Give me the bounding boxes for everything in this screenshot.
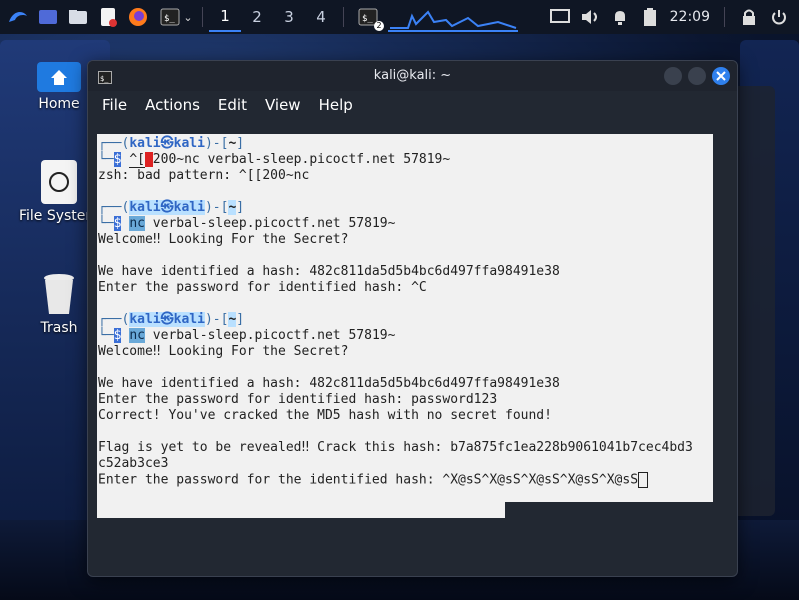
prompt-line: ┌──(kali㉿kali)-[~] <box>98 312 245 327</box>
close-button[interactable] <box>712 67 730 85</box>
terminal-task-icon[interactable]: $_ 2 <box>356 5 384 31</box>
menu-file[interactable]: File <box>102 96 127 114</box>
terminal-launcher-icon[interactable]: $_ ⌄ <box>156 5 196 29</box>
lock-icon[interactable] <box>737 5 761 29</box>
firefox-icon[interactable] <box>126 5 150 29</box>
window-count-badge: 2 <box>374 21 384 31</box>
text-cursor <box>638 472 649 488</box>
workspace-1[interactable]: 1 <box>209 2 241 32</box>
file-manager-icon[interactable] <box>66 5 90 29</box>
drive-icon <box>41 160 77 204</box>
terminal-output[interactable]: ┌──(kali㉿kali)-[~] └─$ ^[[200~nc verbal-… <box>97 134 713 502</box>
taskbar-separator <box>343 7 344 27</box>
battery-icon[interactable] <box>638 5 662 29</box>
flag-line-continued: c52ab3ce3 <box>98 456 169 471</box>
final-password-line: Enter the password for the identified ha… <box>98 472 713 488</box>
taskbar: $_ ⌄ 1 2 3 4 $_ 2 22:09 <box>0 0 799 34</box>
svg-text:$_: $_ <box>362 14 373 24</box>
svg-text:$_: $_ <box>164 14 175 24</box>
display-icon[interactable] <box>548 5 572 29</box>
home-icon <box>37 62 81 92</box>
cpu-graph <box>388 2 518 32</box>
zsh-error-line: zsh: bad pattern: ^[[200~nc <box>98 168 310 183</box>
hash-line: We have identified a hash: 482c811da5d5b… <box>98 264 560 279</box>
password-interrupt-line: Enter the password for identified hash: … <box>98 280 427 295</box>
maximize-button[interactable] <box>688 67 706 85</box>
nc-command-line: └─$ nc verbal-sleep.picoctf.net 57819~ <box>98 328 396 343</box>
bad-command-line: └─$ ^[[200~nc verbal-sleep.picoctf.net 5… <box>98 152 451 168</box>
chevron-down-icon[interactable]: ⌄ <box>183 11 192 24</box>
window-title: kali@kali: ~ <box>373 68 452 83</box>
workspace-2[interactable]: 2 <box>241 8 273 26</box>
correct-line: Correct! You've cracked the MD5 hash wit… <box>98 408 552 423</box>
taskbar-separator <box>724 7 725 27</box>
clock[interactable]: 22:09 <box>670 9 710 25</box>
terminal-window: $_ kali@kali: ~ File Actions Edit View H… <box>87 60 738 577</box>
menu-actions[interactable]: Actions <box>145 96 200 114</box>
kali-menu-icon[interactable] <box>6 5 30 29</box>
workspace-3[interactable]: 3 <box>273 8 305 26</box>
notification-bell-icon[interactable] <box>608 5 632 29</box>
taskbar-separator <box>202 7 203 27</box>
window-titlebar[interactable]: $_ kali@kali: ~ <box>88 61 737 91</box>
welcome-line: Welcome‼ Looking For the Secret? <box>98 344 349 359</box>
volume-icon[interactable] <box>578 5 602 29</box>
welcome-line: Welcome‼ Looking For the Secret? <box>98 232 349 247</box>
terminal-output-tail <box>97 502 505 518</box>
power-icon[interactable] <box>767 5 791 29</box>
nc-command-line: └─$ nc verbal-sleep.picoctf.net 57819~ <box>98 216 396 231</box>
menubar: File Actions Edit View Help <box>88 92 737 118</box>
menu-help[interactable]: Help <box>319 96 353 114</box>
prompt-line: ┌──(kali㉿kali)-[~] <box>98 200 245 215</box>
trash-icon <box>41 272 77 316</box>
workspace-4[interactable]: 4 <box>305 8 337 26</box>
password-line: Enter the password for identified hash: … <box>98 392 498 407</box>
hash-line: We have identified a hash: 482c811da5d5b… <box>98 376 560 391</box>
menu-edit[interactable]: Edit <box>218 96 247 114</box>
show-desktop-icon[interactable] <box>36 5 60 29</box>
prompt-line: ┌──(kali㉿kali)-[~] <box>98 136 245 151</box>
text-editor-icon[interactable] <box>96 5 120 29</box>
menu-view[interactable]: View <box>265 96 301 114</box>
minimize-button[interactable] <box>664 67 682 85</box>
flag-line: Flag is yet to be revealed‼ Crack this h… <box>98 440 693 455</box>
